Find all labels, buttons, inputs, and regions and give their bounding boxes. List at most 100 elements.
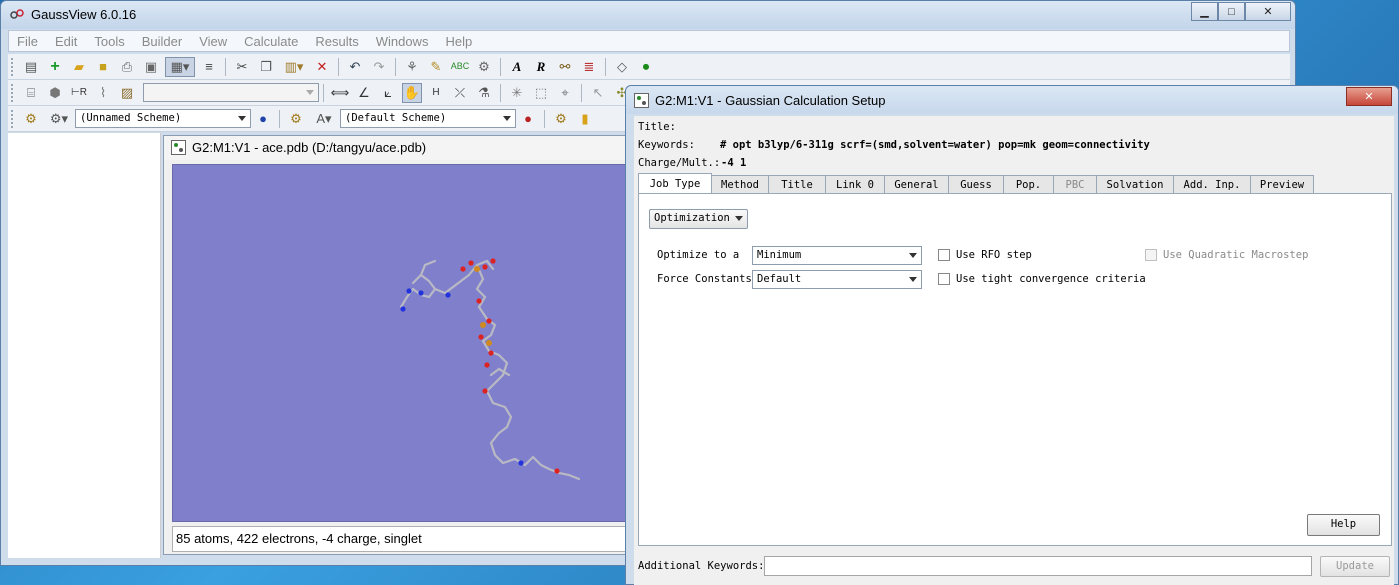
sphere-icon[interactable]: ●	[253, 109, 273, 129]
optimize-to-select[interactable]: Minimum	[752, 246, 922, 265]
red-marker-icon[interactable]: ●	[518, 109, 538, 129]
symmetry-icon[interactable]: ⚘	[402, 57, 422, 77]
dialog-window-icon	[634, 93, 649, 108]
dialog-titlebar[interactable]: G2:M1:V1 - Gaussian Calculation Setup ✕	[626, 86, 1398, 114]
dna-icon[interactable]: ⌇	[93, 83, 113, 103]
minimize-button[interactable]: ▁	[1191, 2, 1218, 21]
update-button: Update	[1320, 556, 1390, 577]
toolbar-grip[interactable]	[11, 57, 15, 76]
layers-icon[interactable]: ≣	[579, 57, 599, 77]
sort-icon[interactable]: ABC	[450, 57, 470, 77]
charge-mult-label: Charge/Mult.:	[638, 157, 721, 169]
font-style-icon[interactable]: A▾	[310, 109, 338, 129]
rebond-icon[interactable]: ⚗	[474, 83, 494, 103]
element-icon[interactable]: ⌸	[21, 83, 41, 103]
undo-icon[interactable]: ↶	[345, 57, 365, 77]
copy-icon[interactable]: ❐	[256, 57, 276, 77]
menu-help[interactable]: Help	[437, 34, 481, 49]
open-folder-icon[interactable]: ▰	[69, 57, 89, 77]
ring-icon[interactable]: ⬢	[45, 83, 65, 103]
dialog-body: Title: Keywords: # opt b3lyp/6-311g scrf…	[634, 116, 1394, 585]
tab-preview[interactable]: Preview	[1250, 175, 1314, 194]
help-button[interactable]: Help	[1307, 514, 1380, 536]
molecule-window-icon	[171, 140, 186, 155]
r-group-icon[interactable]: ⊢R	[69, 83, 89, 103]
main-titlebar[interactable]: GaussView 6.0.16 ▁ □ ✕	[1, 1, 1295, 29]
tab-add-inp[interactable]: Add. Inp.	[1173, 175, 1251, 194]
tab-title[interactable]: Title	[768, 175, 826, 194]
scheme-combo-2[interactable]: (Default Scheme)	[340, 109, 516, 128]
tab-link0[interactable]: Link 0	[825, 175, 885, 194]
link-icon[interactable]: ⚯	[555, 57, 575, 77]
quadratic-macrostep-checkbox	[1145, 249, 1157, 261]
menu-windows[interactable]: Windows	[368, 34, 438, 49]
toolbar-grip[interactable]	[11, 109, 15, 128]
render-settings-icon[interactable]: ⚙	[286, 109, 306, 129]
maximize-button[interactable]: □	[1218, 2, 1245, 21]
molecule-window-title: G2:M1:V1 - ace.pdb (D:/tangyu/ace.pdb)	[192, 140, 427, 155]
tab-general[interactable]: General	[884, 175, 949, 194]
select-lasso-icon[interactable]: ⌖	[555, 83, 575, 103]
tight-convergence-checkbox[interactable]	[938, 273, 950, 285]
job-type-select[interactable]: Optimization	[649, 209, 748, 229]
menu-edit[interactable]: Edit	[47, 34, 86, 49]
tab-guess[interactable]: Guess	[948, 175, 1004, 194]
save-icon[interactable]: ■	[93, 57, 113, 77]
delete-atom-icon[interactable]: ⤫	[450, 83, 470, 103]
display-settings-icon[interactable]: ⚙	[21, 109, 41, 129]
select-atoms-icon[interactable]: ✳	[507, 83, 527, 103]
menu-builder[interactable]: Builder	[134, 34, 191, 49]
optimize-to-label: Optimize to a	[657, 249, 740, 261]
custom-fragment-icon[interactable]: ▨	[117, 83, 137, 103]
angle-icon[interactable]: ∠	[354, 83, 374, 103]
add-icon[interactable]: +	[45, 57, 65, 77]
image-save-icon[interactable]: ▦▾	[165, 56, 195, 77]
builder-tool-icon[interactable]: ⚙	[474, 57, 494, 77]
tab-pop[interactable]: Pop.	[1003, 175, 1054, 194]
dialog-close-button[interactable]: ✕	[1346, 87, 1392, 106]
bond-icon[interactable]: ⟺	[330, 83, 350, 103]
left-workspace	[8, 133, 161, 558]
calc-settings-icon[interactable]: ⚙	[551, 109, 571, 129]
new-icon[interactable]: ▤	[21, 57, 41, 77]
clean-icon[interactable]: ✎	[426, 57, 446, 77]
redo-icon[interactable]: ↷	[369, 57, 389, 77]
tab-solvation[interactable]: Solvation	[1096, 175, 1174, 194]
menu-results[interactable]: Results	[307, 34, 367, 49]
tight-convergence-label: Use tight convergence criteria	[956, 273, 1146, 285]
delete-icon[interactable]: ✕	[312, 57, 332, 77]
style-icon[interactable]: ⚙▾	[45, 109, 73, 129]
print-icon[interactable]: ⎙	[117, 57, 137, 77]
add-hydrogen-icon[interactable]: H	[426, 83, 446, 103]
text-r-icon[interactable]: R	[531, 57, 551, 77]
menu-view[interactable]: View	[191, 34, 236, 49]
menu-file[interactable]: File	[9, 34, 47, 49]
molecule-window-titlebar[interactable]: G2:M1:V1 - ace.pdb (D:/tangyu/ace.pdb)	[164, 136, 642, 160]
force-constants-select[interactable]: Default	[752, 270, 922, 289]
menu-calculate[interactable]: Calculate	[236, 34, 307, 49]
toolbar-grip[interactable]	[11, 83, 15, 102]
text-a-icon[interactable]: A	[507, 57, 527, 77]
traffic-light-icon[interactable]: ⏺	[636, 57, 656, 77]
cut-icon[interactable]: ✂	[232, 57, 252, 77]
additional-keywords-input[interactable]	[764, 556, 1312, 576]
diamond-icon[interactable]: ◇	[612, 57, 632, 77]
close-button[interactable]: ✕	[1245, 2, 1291, 21]
rfo-step-checkbox[interactable]	[938, 249, 950, 261]
paste-icon[interactable]: ▥▾	[280, 57, 308, 77]
scheme-combo-1[interactable]: (Unnamed Scheme)	[75, 109, 251, 128]
stop-light-icon[interactable]: ▮	[575, 109, 595, 129]
menu-tools[interactable]: Tools	[86, 34, 133, 49]
tab-job-type[interactable]: Job Type	[638, 173, 712, 194]
select-box-icon[interactable]: ⬚	[531, 83, 551, 103]
molecule-canvas[interactable]	[172, 164, 632, 522]
cursor-icon[interactable]: ↖	[588, 83, 608, 103]
molecule-status-bar: 85 atoms, 422 electrons, -4 charge, sing…	[172, 526, 632, 552]
inquire-icon[interactable]: ✋	[402, 82, 422, 103]
fragment-combo[interactable]	[143, 83, 319, 102]
tab-method[interactable]: Method	[711, 175, 769, 194]
dihedral-icon[interactable]: ⟀	[378, 83, 398, 103]
list-icon[interactable]: ≡	[199, 57, 219, 77]
keywords-label: Keywords:	[638, 139, 695, 151]
print-preview-icon[interactable]: ▣	[141, 57, 161, 77]
